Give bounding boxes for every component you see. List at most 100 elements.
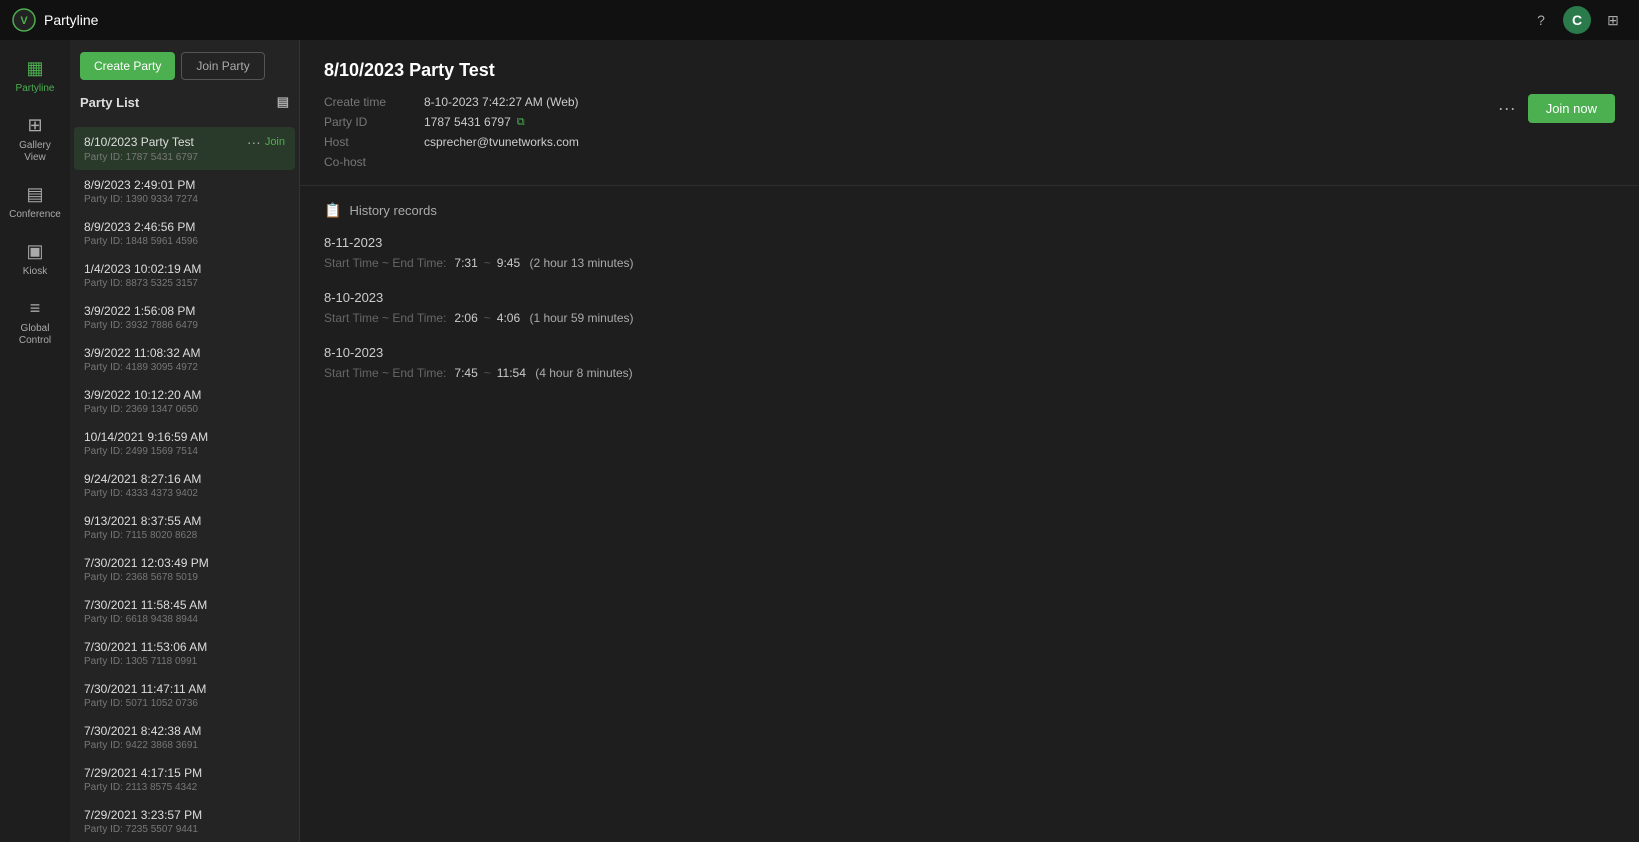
join-now-button[interactable]: Join now xyxy=(1528,94,1615,123)
app-title: Partyline xyxy=(44,12,98,28)
detail-meta: Create time 8-10-2023 7:42:27 AM (Web) P… xyxy=(324,95,1615,169)
user-avatar[interactable]: C xyxy=(1563,6,1591,34)
sidebar-item-gallery-view[interactable]: ⊞ Gallery View xyxy=(3,107,67,172)
party-list-item[interactable]: 8/9/2023 2:49:01 PM Party ID: 1390 9334 … xyxy=(74,171,295,212)
main-area: ▦ Partyline ⊞ Gallery View ▤ Conference … xyxy=(0,40,1639,842)
party-name: 7/30/2021 11:53:06 AM xyxy=(84,640,207,654)
cohost-label: Co-host xyxy=(324,155,424,169)
party-list-item[interactable]: 8/9/2023 2:46:56 PM Party ID: 1848 5961 … xyxy=(74,213,295,254)
history-times: Start Time ~ End Time: 2:06 ~ 4:06 (1 ho… xyxy=(324,311,1615,325)
party-list-item[interactable]: 7/30/2021 12:03:49 PM Party ID: 2368 567… xyxy=(74,549,295,590)
copy-party-id-icon[interactable]: ⧉ xyxy=(517,116,525,129)
party-list-menu-icon[interactable]: ▤ xyxy=(277,94,289,110)
party-name: 7/30/2021 12:03:49 PM xyxy=(84,556,209,570)
party-list-item[interactable]: 1/4/2023 10:02:19 AM Party ID: 8873 5325… xyxy=(74,255,295,296)
party-join-button[interactable]: Join xyxy=(265,136,285,148)
party-id: Party ID: 9422 3868 3691 xyxy=(84,740,285,751)
more-options-button[interactable]: ··· xyxy=(1498,98,1516,119)
sidebar-item-global-control[interactable]: ≡ Global Control xyxy=(3,290,67,355)
party-name: 10/14/2021 9:16:59 AM xyxy=(84,430,208,444)
party-name: 3/9/2022 1:56:08 PM xyxy=(84,304,195,318)
party-name: 7/29/2021 4:17:15 PM xyxy=(84,766,202,780)
history-date: 8-10-2023 xyxy=(324,290,1615,305)
party-name: 9/24/2021 8:27:16 AM xyxy=(84,472,201,486)
conference-icon: ▤ xyxy=(26,184,43,205)
party-more-icon[interactable]: ··· xyxy=(247,134,261,150)
detail-title: 8/10/2023 Party Test xyxy=(324,60,1615,81)
create-party-button[interactable]: Create Party xyxy=(80,52,175,80)
party-list[interactable]: 8/10/2023 Party Test ··· Join Party ID: … xyxy=(70,122,299,842)
party-name: 9/13/2021 8:37:55 AM xyxy=(84,514,201,528)
party-list-item[interactable]: 9/13/2021 8:37:55 AM Party ID: 7115 8020… xyxy=(74,507,295,548)
party-name: 7/30/2021 11:47:11 AM xyxy=(84,682,206,696)
party-id: Party ID: 4189 3095 4972 xyxy=(84,362,285,373)
duration: (1 hour 59 minutes) xyxy=(526,311,633,325)
party-list-heading: Party List xyxy=(80,95,139,110)
party-list-item[interactable]: 9/24/2021 8:27:16 AM Party ID: 4333 4373… xyxy=(74,465,295,506)
start-time: 7:45 xyxy=(454,366,477,380)
party-name: 7/29/2021 3:23:57 PM xyxy=(84,808,202,822)
history-times: Start Time ~ End Time: 7:31 ~ 9:45 (2 ho… xyxy=(324,256,1615,270)
detail-header-wrap: 8/10/2023 Party Test Create time 8-10-20… xyxy=(300,40,1639,186)
host-value: csprecher@tvunetworks.com xyxy=(424,135,1615,149)
party-id: Party ID: 1848 5961 4596 xyxy=(84,236,285,247)
detail-panel: 8/10/2023 Party Test Create time 8-10-20… xyxy=(300,40,1639,842)
create-time-label: Create time xyxy=(324,95,424,109)
svg-text:V: V xyxy=(20,15,28,27)
party-id: Party ID: 1390 9334 7274 xyxy=(84,194,285,205)
party-list-item[interactable]: 7/29/2021 3:23:57 PM Party ID: 7235 5507… xyxy=(74,801,295,842)
party-name: 7/30/2021 11:58:45 AM xyxy=(84,598,207,612)
help-icon[interactable]: ? xyxy=(1527,6,1555,34)
party-list-item[interactable]: 7/30/2021 8:42:38 AM Party ID: 9422 3868… xyxy=(74,717,295,758)
sidebar-item-label: Partyline xyxy=(16,83,55,95)
party-name: 8/9/2023 2:46:56 PM xyxy=(84,220,195,234)
topbar-right: ? C ⊞ xyxy=(1527,6,1627,34)
party-list-item[interactable]: 3/9/2022 10:12:20 AM Party ID: 2369 1347… xyxy=(74,381,295,422)
apps-grid-icon[interactable]: ⊞ xyxy=(1599,6,1627,34)
sidebar-item-partyline[interactable]: ▦ Partyline xyxy=(3,50,67,103)
party-id: Party ID: 1305 7118 0991 xyxy=(84,656,285,667)
party-buttons: Create Party Join Party xyxy=(80,52,289,80)
history-record: 8-10-2023 Start Time ~ End Time: 2:06 ~ … xyxy=(324,290,1615,325)
app-logo: V xyxy=(12,8,36,32)
party-list-item[interactable]: 7/29/2021 4:17:15 PM Party ID: 2113 8575… xyxy=(74,759,295,800)
party-id: Party ID: 2499 1569 7514 xyxy=(84,446,285,457)
party-id: Party ID: 6618 9438 8944 xyxy=(84,614,285,625)
party-list-item[interactable]: 10/14/2021 9:16:59 AM Party ID: 2499 156… xyxy=(74,423,295,464)
party-list-item[interactable]: 7/30/2021 11:58:45 AM Party ID: 6618 943… xyxy=(74,591,295,632)
time-arrow: ~ xyxy=(484,311,491,325)
history-title: History records xyxy=(349,203,436,218)
global-control-icon: ≡ xyxy=(30,298,41,319)
party-list-item[interactable]: 7/30/2021 11:53:06 AM Party ID: 1305 711… xyxy=(74,633,295,674)
party-id: Party ID: 7115 8020 8628 xyxy=(84,530,285,541)
party-list-item[interactable]: 3/9/2022 1:56:08 PM Party ID: 3932 7886 … xyxy=(74,297,295,338)
topbar-left: V Partyline xyxy=(12,8,98,32)
kiosk-icon: ▣ xyxy=(26,241,43,262)
detail-header-actions: ··· Join now xyxy=(1498,94,1615,123)
join-party-button[interactable]: Join Party xyxy=(181,52,264,80)
party-list-title-row: Party List ▤ xyxy=(80,90,289,114)
history-date: 8-11-2023 xyxy=(324,235,1615,250)
party-name: 8/9/2023 2:49:01 PM xyxy=(84,178,195,192)
sidebar-item-label: Kiosk xyxy=(23,266,47,278)
create-time-value: 8-10-2023 7:42:27 AM (Web) xyxy=(424,95,1615,109)
sidebar-item-label: Conference xyxy=(9,209,61,221)
sidebar-item-conference[interactable]: ▤ Conference xyxy=(3,176,67,229)
party-panel-header: Create Party Join Party Party List ▤ xyxy=(70,40,299,122)
host-label: Host xyxy=(324,135,424,149)
history-times: Start Time ~ End Time: 7:45 ~ 11:54 (4 h… xyxy=(324,366,1615,380)
party-list-item[interactable]: 8/10/2023 Party Test ··· Join Party ID: … xyxy=(74,127,295,170)
party-id: Party ID: 5071 1052 0736 xyxy=(84,698,285,709)
party-name: 7/30/2021 8:42:38 AM xyxy=(84,724,201,738)
sidebar-item-kiosk[interactable]: ▣ Kiosk xyxy=(3,233,67,286)
duration: (2 hour 13 minutes) xyxy=(526,256,633,270)
party-list-item[interactable]: 7/30/2021 11:47:11 AM Party ID: 5071 105… xyxy=(74,675,295,716)
history-header: 📋 History records xyxy=(324,202,1615,219)
party-id-label: Party ID xyxy=(324,115,424,129)
time-range-label: Start Time ~ End Time: xyxy=(324,311,446,325)
sidebar-item-label: Gallery View xyxy=(9,140,61,164)
detail-body: 📋 History records 8-11-2023 Start Time ~… xyxy=(300,186,1639,842)
party-id: Party ID: 3932 7886 6479 xyxy=(84,320,285,331)
gallery-view-icon: ⊞ xyxy=(27,115,42,136)
party-list-item[interactable]: 3/9/2022 11:08:32 AM Party ID: 4189 3095… xyxy=(74,339,295,380)
